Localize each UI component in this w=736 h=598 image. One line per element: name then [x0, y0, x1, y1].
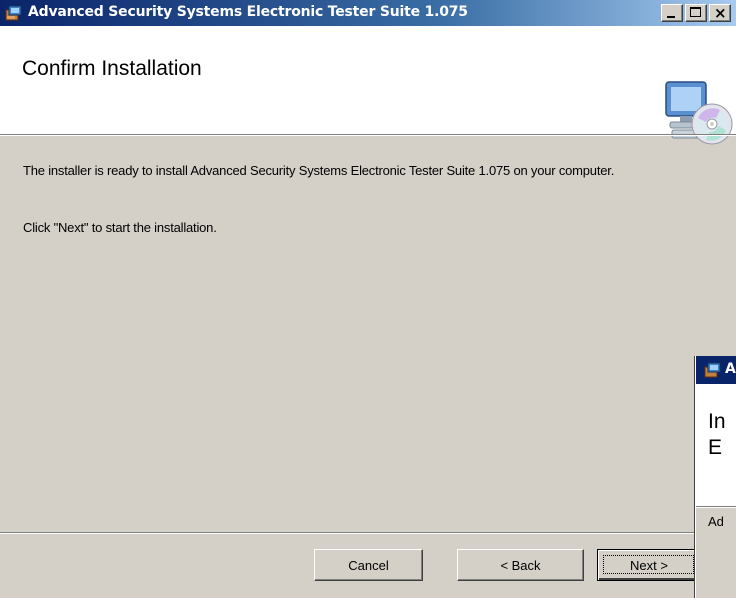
footer-separator [0, 532, 736, 534]
installer-window: Advanced Security Systems Electronic Tes… [0, 0, 736, 598]
installer-app-icon [5, 5, 22, 21]
minimize-icon [667, 16, 675, 18]
title-bar[interactable]: Advanced Security Systems Electronic Tes… [0, 0, 736, 26]
next-button[interactable]: Next > [597, 549, 701, 581]
second-window-title: Ad [725, 361, 736, 377]
header-banner: Confirm Installation [0, 26, 736, 145]
cancel-button-label: Cancel [348, 557, 389, 573]
header-separator [0, 134, 736, 136]
second-window-heading-line2: E [708, 436, 723, 459]
second-window-separator [696, 506, 736, 508]
installer-app-icon [704, 362, 721, 378]
close-icon: × [714, 4, 727, 22]
ready-message: The installer is ready to install Advanc… [23, 163, 615, 178]
maximize-button[interactable] [685, 4, 707, 22]
second-window-title-bar[interactable]: Ad [696, 356, 736, 384]
back-button[interactable]: < Back [457, 549, 584, 581]
second-window-heading: In E [708, 409, 726, 461]
instruction-message: Click "Next" to start the installation. [23, 220, 217, 235]
caption-buttons: × [661, 4, 733, 22]
second-window-text: Ad [708, 514, 724, 529]
minimize-button[interactable] [661, 4, 683, 22]
second-window-banner: In E [696, 384, 736, 506]
window-title: Advanced Security Systems Electronic Tes… [28, 4, 468, 20]
back-button-label: < Back [500, 557, 541, 573]
next-button-label: Next > [630, 557, 668, 573]
maximize-icon [690, 7, 701, 17]
close-button[interactable]: × [709, 4, 731, 22]
cancel-button[interactable]: Cancel [314, 549, 423, 581]
computer-cd-icon [665, 81, 733, 145]
second-installer-window[interactable]: Ad In E Ad [695, 356, 736, 598]
second-window-heading-line1: In [708, 410, 726, 433]
page-title: Confirm Installation [22, 57, 202, 80]
